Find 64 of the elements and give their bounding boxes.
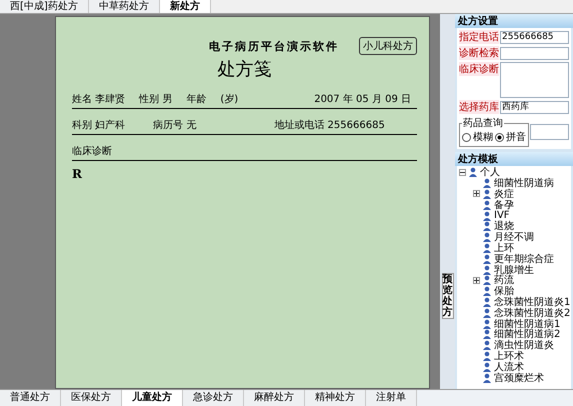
person-icon <box>482 372 492 383</box>
person-icon <box>482 362 492 372</box>
tree-item[interactable]: 个人 <box>480 166 500 180</box>
person-icon <box>482 308 492 318</box>
field-label: 指定电话 <box>459 30 499 44</box>
tab[interactable]: 普通处方 <box>0 390 61 406</box>
diagnosis-label: 临床诊断 <box>72 144 112 158</box>
tab[interactable]: 麻醉处方 <box>244 390 305 406</box>
person-icon <box>482 188 492 199</box>
form-field: 2007 年 05 月 09 日 <box>314 92 411 106</box>
person-icon <box>482 210 492 221</box>
radio-label: 模糊 <box>473 130 493 144</box>
prescription-title: 处方笺 <box>218 58 272 81</box>
expand-toggle[interactable] <box>473 276 480 284</box>
pharmacy-dropdown[interactable]: 西药库 <box>500 100 569 114</box>
prescription-type-button[interactable]: 小儿科处方 <box>359 37 417 55</box>
radio-button[interactable] <box>462 132 471 142</box>
form-field: 性别 男 <box>139 92 172 106</box>
person-icon <box>482 350 492 361</box>
form-field: 年龄 <box>186 92 206 106</box>
person-icon <box>482 275 492 286</box>
diagnosis-search-field[interactable] <box>500 46 569 60</box>
person-icon <box>482 221 492 232</box>
form-field: 科别 妇产科 <box>72 118 126 132</box>
radio-button[interactable] <box>495 132 504 142</box>
tree-item[interactable]: 药流 <box>494 273 514 288</box>
radio-label: 拼音 <box>506 130 526 144</box>
person-icon <box>482 264 492 275</box>
panel-header: 处方设置 <box>455 14 573 28</box>
person-icon <box>482 178 492 188</box>
tab[interactable]: 急诊处方 <box>183 390 244 406</box>
collapse-toggle[interactable] <box>459 168 466 176</box>
person-icon <box>482 242 492 253</box>
group-title: 药品查询 <box>462 116 504 130</box>
panel-header: 处方模板 <box>455 152 573 166</box>
phone-field[interactable]: 255666685 <box>500 30 569 44</box>
person-icon <box>468 167 478 178</box>
person-icon <box>482 232 492 242</box>
person-icon <box>482 296 492 307</box>
person-icon <box>482 254 492 264</box>
person-icon <box>482 318 492 329</box>
form-field: 姓名 李肆贤 <box>72 92 126 106</box>
person-icon <box>482 200 492 210</box>
form-field: 地址或电话 255666685 <box>274 118 385 132</box>
software-title: 电子病历平台演示软件 <box>209 38 339 54</box>
side-tab[interactable]: 预览处方 <box>442 273 454 319</box>
person-icon <box>482 286 492 296</box>
tab[interactable]: 精神处方 <box>305 390 366 406</box>
tab[interactable]: 儿童处方 <box>122 390 183 406</box>
person-icon <box>482 340 492 350</box>
field-label: 诊断检索 <box>459 46 499 60</box>
tab[interactable]: 新处方 <box>160 0 211 13</box>
tab[interactable]: 医保处方 <box>61 390 122 406</box>
form-field: 病历号 无 <box>153 118 196 132</box>
diagnosis-field[interactable] <box>500 62 569 98</box>
form-field: (岁) <box>220 92 238 106</box>
query-field[interactable] <box>530 124 569 140</box>
tab[interactable]: 注射单 <box>366 390 417 406</box>
rx-symbol: R <box>72 167 83 181</box>
field-label: 选择药库 <box>459 100 499 114</box>
tree-item[interactable]: IVF <box>494 210 510 222</box>
field-label: 临床诊断 <box>459 62 499 76</box>
person-icon <box>482 329 492 340</box>
expand-toggle[interactable] <box>473 190 480 198</box>
